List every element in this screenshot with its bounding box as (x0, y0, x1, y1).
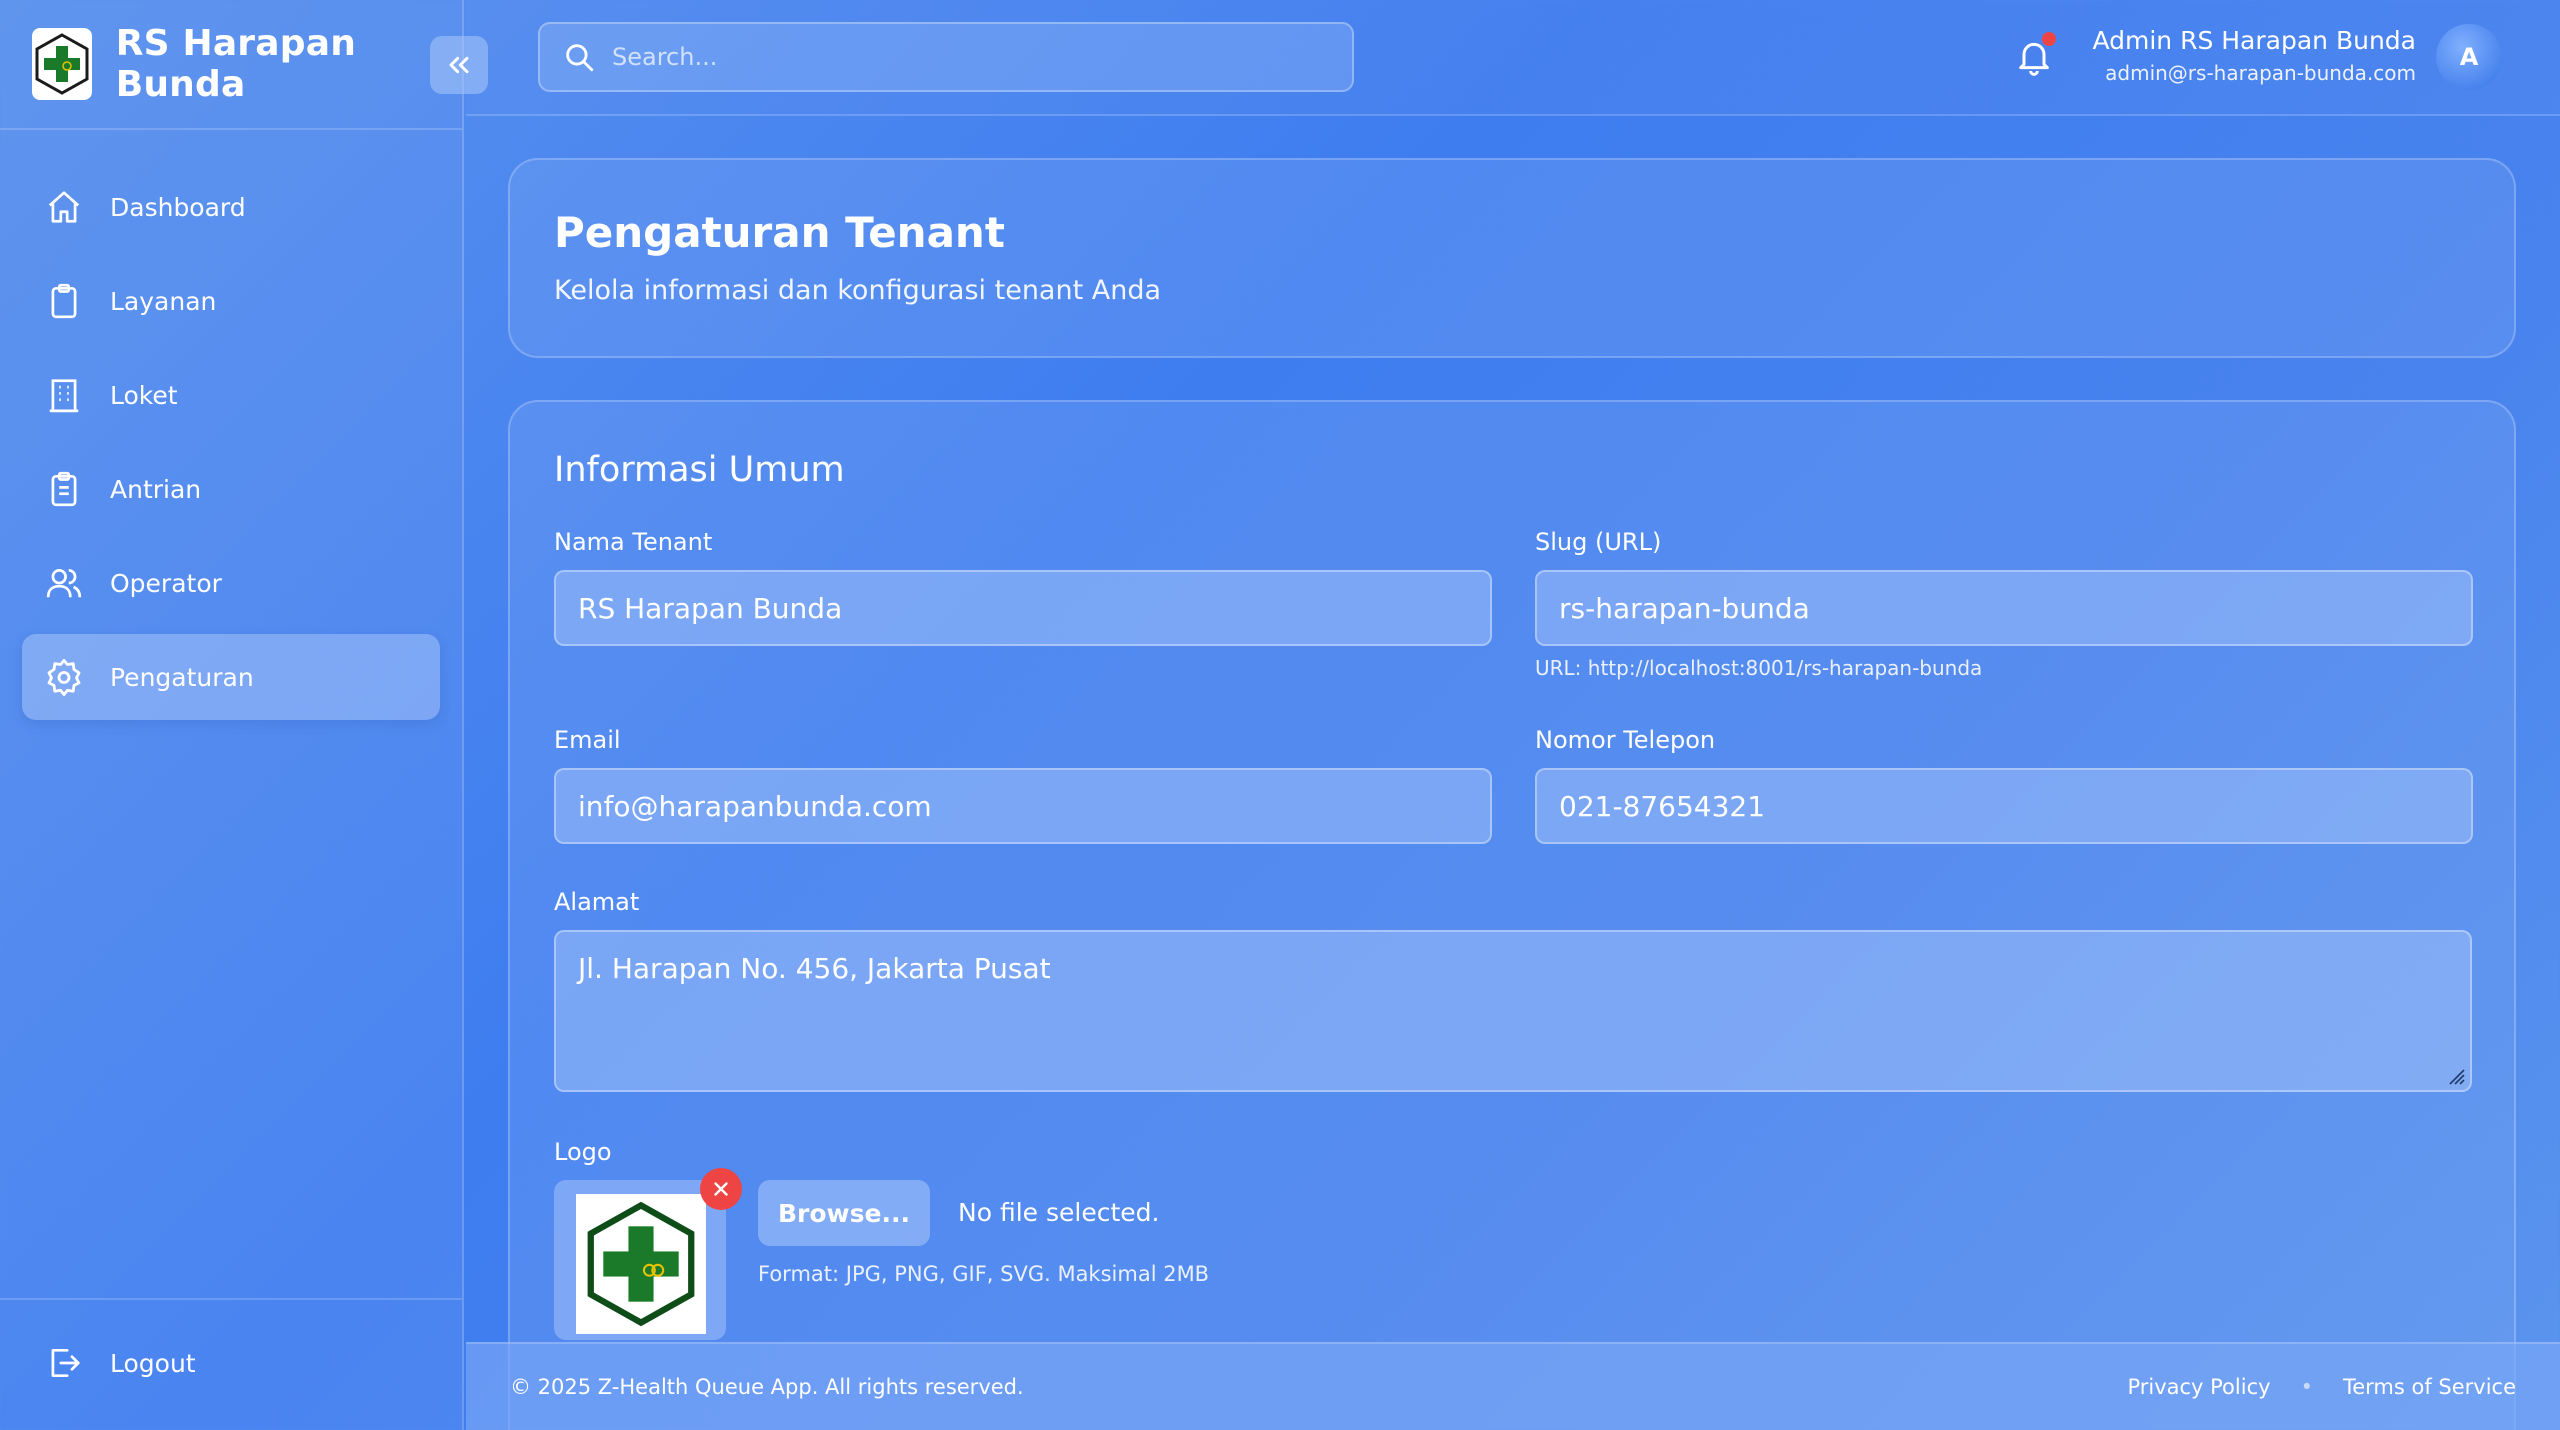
search-input[interactable] (612, 43, 1312, 71)
search-icon (566, 44, 594, 72)
brand: RS Harapan Bunda (0, 0, 462, 130)
remove-logo-button[interactable] (700, 1168, 742, 1210)
footer-links: Privacy Policy • Terms of Service (2127, 1375, 2516, 1399)
sidebar-item-antrian[interactable]: Antrian (22, 446, 440, 532)
logo-label: Logo (554, 1138, 612, 1166)
sidebar-item-label: Antrian (110, 474, 202, 504)
clipboard-icon (44, 281, 84, 321)
notification-badge (2042, 32, 2056, 46)
alamat-field: Alamat Jl. Harapan No. 456, Jakarta Pusa… (554, 888, 2472, 1092)
logo-field: Logo Browse... No file selected. Format:… (554, 1138, 1554, 1340)
slug-field: Slug (URL) rs-harapan-bunda URL: http://… (1535, 528, 2473, 680)
page-subtitle: Kelola informasi dan konfigurasi tenant … (554, 275, 1162, 306)
sidebar-item-loket[interactable]: Loket (22, 352, 440, 438)
sidebar-item-label: Pengaturan (110, 662, 254, 692)
phone-input[interactable]: 021-87654321 (1535, 768, 2473, 844)
footer: © 2025 Z-Health Queue App. All rights re… (466, 1342, 2560, 1430)
user-email: admin@rs-harapan-bunda.com (2105, 61, 2416, 85)
footer-separator: • (2300, 1375, 2313, 1399)
general-info-card: Informasi Umum Nama Tenant RS Harapan Bu… (508, 400, 2516, 1430)
users-icon (44, 563, 84, 603)
sidebar-item-dashboard[interactable]: Dashboard (22, 164, 440, 250)
logo-preview (554, 1168, 742, 1340)
terms-of-service-link[interactable]: Terms of Service (2343, 1375, 2516, 1399)
building-icon (44, 375, 84, 415)
browse-button[interactable]: Browse... (758, 1180, 930, 1246)
phone-field: Nomor Telepon 021-87654321 (1535, 726, 2473, 844)
logo-image (576, 1194, 706, 1334)
phone-label: Nomor Telepon (1535, 726, 1716, 754)
sidebar-item-label: Operator (110, 568, 222, 598)
sidebar-item-operator[interactable]: Operator (22, 540, 440, 626)
gear-icon (44, 657, 84, 697)
file-status: No file selected. (958, 1198, 1160, 1227)
sidebar-item-layanan[interactable]: Layanan (22, 258, 440, 344)
sidebar: RS Harapan Bunda Dashboard Layanan Loket (0, 0, 488, 1430)
logout-button[interactable]: Logout (22, 1320, 440, 1406)
avatar[interactable]: A (2436, 24, 2502, 90)
nama-tenant-label: Nama Tenant (554, 528, 713, 556)
collapse-sidebar-button[interactable] (430, 36, 488, 94)
logo-upload-row: Browse... No file selected. Format: JPG,… (554, 1168, 1554, 1340)
logout-label: Logout (110, 1348, 196, 1378)
logout-icon (44, 1343, 84, 1383)
clipboard-list-icon (44, 469, 84, 509)
sidebar-nav: Dashboard Layanan Loket Antrian Operator (0, 130, 462, 720)
alamat-value: Jl. Harapan No. 456, Jakarta Pusat (578, 952, 1051, 985)
sidebar-item-label: Dashboard (110, 192, 246, 222)
sidebar-item-pengaturan[interactable]: Pengaturan (22, 634, 440, 720)
resize-handle-icon[interactable] (2444, 1064, 2466, 1086)
sidebar-item-label: Loket (110, 380, 178, 410)
nama-tenant-input[interactable]: RS Harapan Bunda (554, 570, 1492, 646)
slug-url-hint: URL: http://localhost:8001/rs-harapan-bu… (1535, 656, 1983, 680)
topbar: Admin RS Harapan Bunda admin@rs-harapan-… (466, 0, 2560, 116)
section-title: Informasi Umum (554, 450, 845, 490)
home-icon (44, 187, 84, 227)
slug-label: Slug (URL) (1535, 528, 1662, 556)
notifications-button[interactable] (2014, 32, 2058, 80)
alamat-label: Alamat (554, 888, 640, 916)
email-label: Email (554, 726, 621, 754)
page-title: Pengaturan Tenant (554, 208, 1005, 257)
user-name: Admin RS Harapan Bunda (2092, 26, 2416, 55)
sidebar-footer: Logout (0, 1298, 462, 1430)
copyright-text: © 2025 Z-Health Queue App. All rights re… (510, 1375, 1024, 1399)
email-input[interactable]: info@harapanbunda.com (554, 768, 1492, 844)
sidebar-item-label: Layanan (110, 286, 217, 316)
close-icon (714, 1182, 728, 1196)
brand-title: RS Harapan Bunda (115, 23, 357, 105)
page-header-card: Pengaturan Tenant Kelola informasi dan k… (508, 158, 2516, 358)
email-field: Email info@harapanbunda.com (554, 726, 1492, 844)
privacy-policy-link[interactable]: Privacy Policy (2127, 1375, 2270, 1399)
alamat-textarea[interactable]: Jl. Harapan No. 456, Jakarta Pusat (554, 930, 2472, 1092)
user-menu[interactable]: Admin RS Harapan Bunda admin@rs-harapan-… (2092, 26, 2416, 85)
chevrons-left-icon (449, 56, 469, 74)
search-box[interactable] (538, 22, 1354, 92)
slug-input[interactable]: rs-harapan-bunda (1535, 570, 2473, 646)
nama-tenant-field: Nama Tenant RS Harapan Bunda (554, 528, 1492, 646)
brand-logo[interactable] (32, 28, 92, 100)
format-hint: Format: JPG, PNG, GIF, SVG. Maksimal 2MB (758, 1262, 1210, 1286)
